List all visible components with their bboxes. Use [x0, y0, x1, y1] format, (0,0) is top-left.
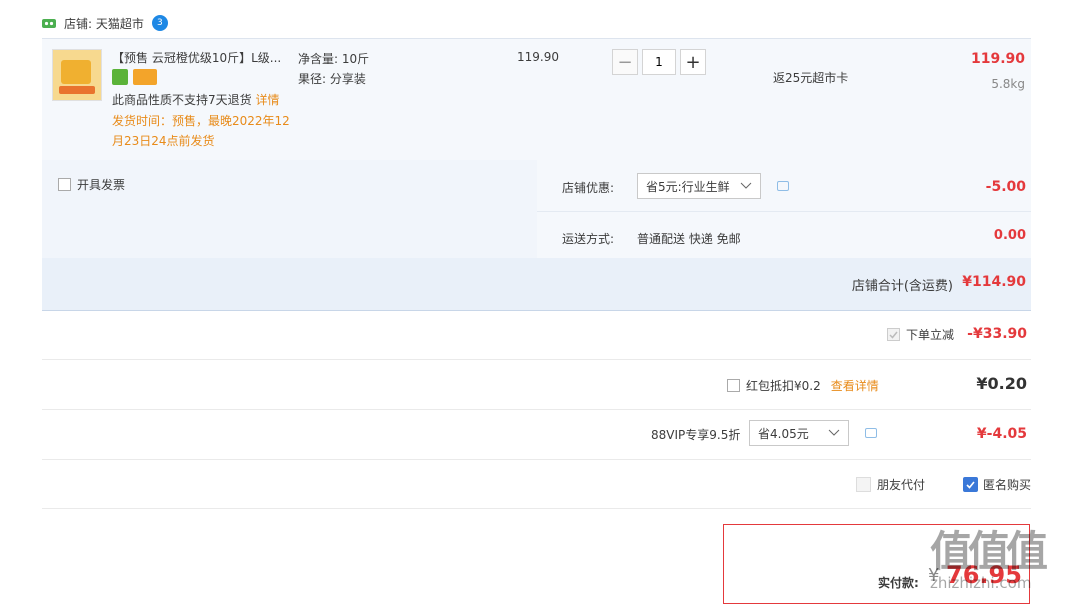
- instant-discount-checkbox: [887, 328, 900, 341]
- vip-label: 88VIP专享9.5折: [651, 428, 741, 442]
- payment-label: 实付款:: [878, 576, 919, 590]
- watermark-logo: 值值值: [930, 527, 1048, 576]
- store-total-amount: ¥114.90: [962, 274, 1026, 290]
- quantity-input[interactable]: [642, 49, 676, 75]
- chat-badge-icon[interactable]: 3: [151, 15, 168, 31]
- invoice-option[interactable]: 开具发票: [58, 176, 125, 193]
- divider: [42, 508, 1031, 509]
- item-weight: 5.8kg: [991, 77, 1025, 91]
- ship-time-line2: 月23日24点前发货: [112, 134, 215, 148]
- vip-discount-select[interactable]: 省4.05元: [749, 420, 849, 446]
- ship-time-line1: 发货时间：预售，最晚2022年12: [112, 114, 290, 128]
- divider: [42, 459, 1031, 460]
- item-total: 119.90: [970, 51, 1025, 67]
- vip-discount-value: 省4.05元: [758, 426, 809, 441]
- instant-discount-amount: -¥33.90: [967, 326, 1027, 342]
- return-notice-text: 此商品性质不支持7天退货: [112, 93, 252, 107]
- instant-discount-label: 下单立减: [906, 328, 955, 342]
- message-icon[interactable]: [777, 181, 789, 191]
- fruit-diameter: 果径: 分享装: [298, 72, 366, 86]
- vip-discount-amount: ¥-4.05: [976, 426, 1027, 442]
- tmall-shop-icon: [42, 19, 56, 28]
- store-discount-label: 店铺优惠:: [562, 181, 615, 195]
- anonymous-label: 匿名购买: [983, 478, 1032, 492]
- friend-pay-label: 朋友代付: [877, 478, 926, 492]
- red-packet-option[interactable]: 红包抵扣¥0.2 查看详情: [727, 377, 879, 394]
- invoice-checkbox[interactable]: [58, 178, 71, 191]
- friend-pay-option[interactable]: 朋友代付: [856, 476, 925, 493]
- shipping-value: 普通配送 快递 免邮: [637, 232, 741, 246]
- rebate-text: 返25元超市卡: [773, 71, 849, 85]
- chevron-down-icon: [740, 182, 752, 189]
- product-title[interactable]: 【预售 云冠橙优级10斤】L级...: [112, 49, 292, 66]
- store-total-label: 店铺合计(含运费): [851, 279, 953, 294]
- store-discount-select[interactable]: 省5元:行业生鲜: [637, 173, 761, 199]
- divider: [537, 211, 1031, 212]
- store-header: 店铺: 天猫超市 3: [42, 14, 168, 32]
- ship-time: 发货时间：预售，最晚2022年12 月23日24点前发货: [112, 111, 290, 151]
- divider: [42, 409, 1031, 410]
- check-icon: [889, 331, 898, 339]
- shipping-label: 运送方式:: [562, 232, 615, 246]
- discount-panel: 店铺优惠: 省5元:行业生鲜 -5.00 运送方式: 普通配送 快递 免邮 0.…: [537, 160, 1031, 258]
- red-packet-amount: ¥0.20: [976, 374, 1027, 393]
- unit-price: 119.90: [517, 50, 559, 64]
- decrease-qty-button[interactable]: −: [612, 49, 638, 75]
- anonymous-option[interactable]: 匿名购买: [963, 476, 1031, 493]
- store-name: 店铺: 天猫超市: [64, 16, 144, 31]
- service-tag-icon: [112, 69, 128, 85]
- watermark-url: zhizhizhi.com: [930, 574, 1032, 592]
- increase-qty-button[interactable]: +: [680, 49, 706, 75]
- return-detail-link[interactable]: 详情: [255, 93, 279, 107]
- store-subtotal: 店铺合计(含运费) ¥114.90: [42, 258, 1031, 311]
- red-packet-label: 红包抵扣¥0.2: [746, 379, 821, 393]
- divider: [42, 359, 1031, 360]
- anonymous-checkbox[interactable]: [963, 477, 978, 492]
- card-tag-icon: [133, 69, 157, 85]
- invoice-label: 开具发票: [77, 178, 126, 192]
- message-icon[interactable]: [865, 428, 877, 438]
- friend-pay-checkbox[interactable]: [856, 477, 871, 492]
- check-icon: [966, 481, 975, 489]
- quantity-stepper: − +: [612, 49, 706, 75]
- red-packet-detail-link[interactable]: 查看详情: [831, 377, 879, 394]
- instant-discount: 下单立减: [887, 326, 954, 343]
- return-notice: 此商品性质不支持7天退货 详情: [112, 91, 292, 108]
- red-packet-checkbox[interactable]: [727, 379, 740, 392]
- store-discount-amount: -5.00: [985, 179, 1026, 195]
- chevron-down-icon: [828, 429, 840, 436]
- net-weight: 净含量: 10斤: [298, 52, 370, 66]
- store-discount-value: 省5元:行业生鲜: [646, 179, 730, 194]
- order-item: 【预售 云冠橙优级10斤】L级... 此商品性质不支持7天退货 详情 发货时间：…: [42, 38, 1031, 161]
- product-thumbnail[interactable]: [52, 49, 102, 101]
- shipping-amount: 0.00: [993, 228, 1026, 243]
